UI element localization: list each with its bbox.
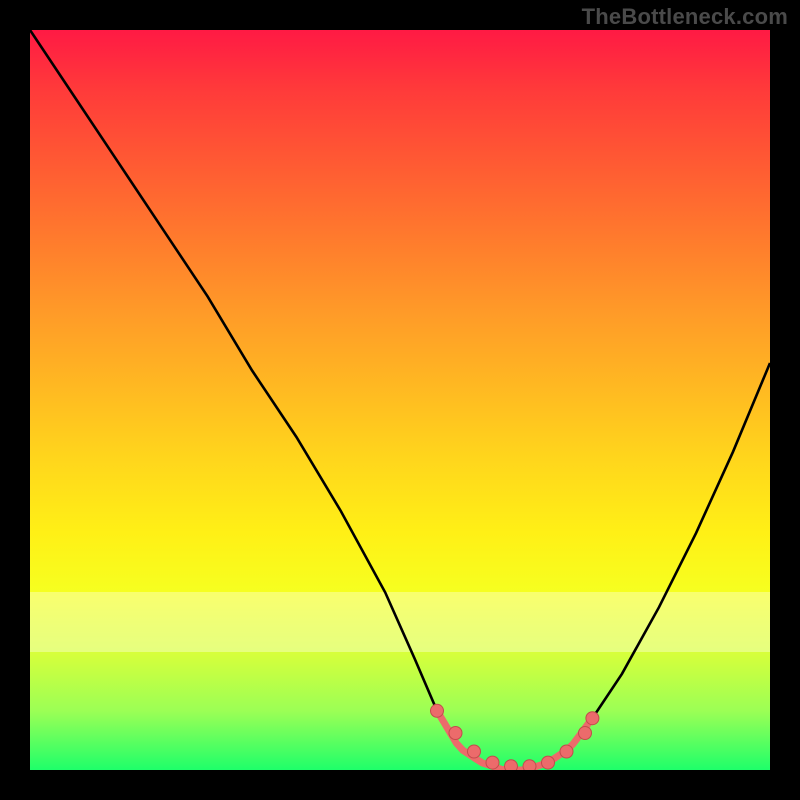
bottleneck-curve [30, 30, 770, 770]
flat-dot [468, 745, 481, 758]
plot-area [30, 30, 770, 770]
flat-dot [449, 727, 462, 740]
flat-dot [542, 756, 555, 769]
curve-layer [30, 30, 770, 770]
flat-dot [505, 760, 518, 770]
flat-dot [486, 756, 499, 769]
flat-dot [431, 704, 444, 717]
curve-path [30, 30, 770, 770]
watermark-text: TheBottleneck.com [582, 4, 788, 30]
chart-frame: TheBottleneck.com [0, 0, 800, 800]
flat-region-dots [431, 704, 599, 770]
flat-dot [579, 727, 592, 740]
flat-dot [560, 745, 573, 758]
flat-dot [586, 712, 599, 725]
flat-dot [523, 760, 536, 770]
